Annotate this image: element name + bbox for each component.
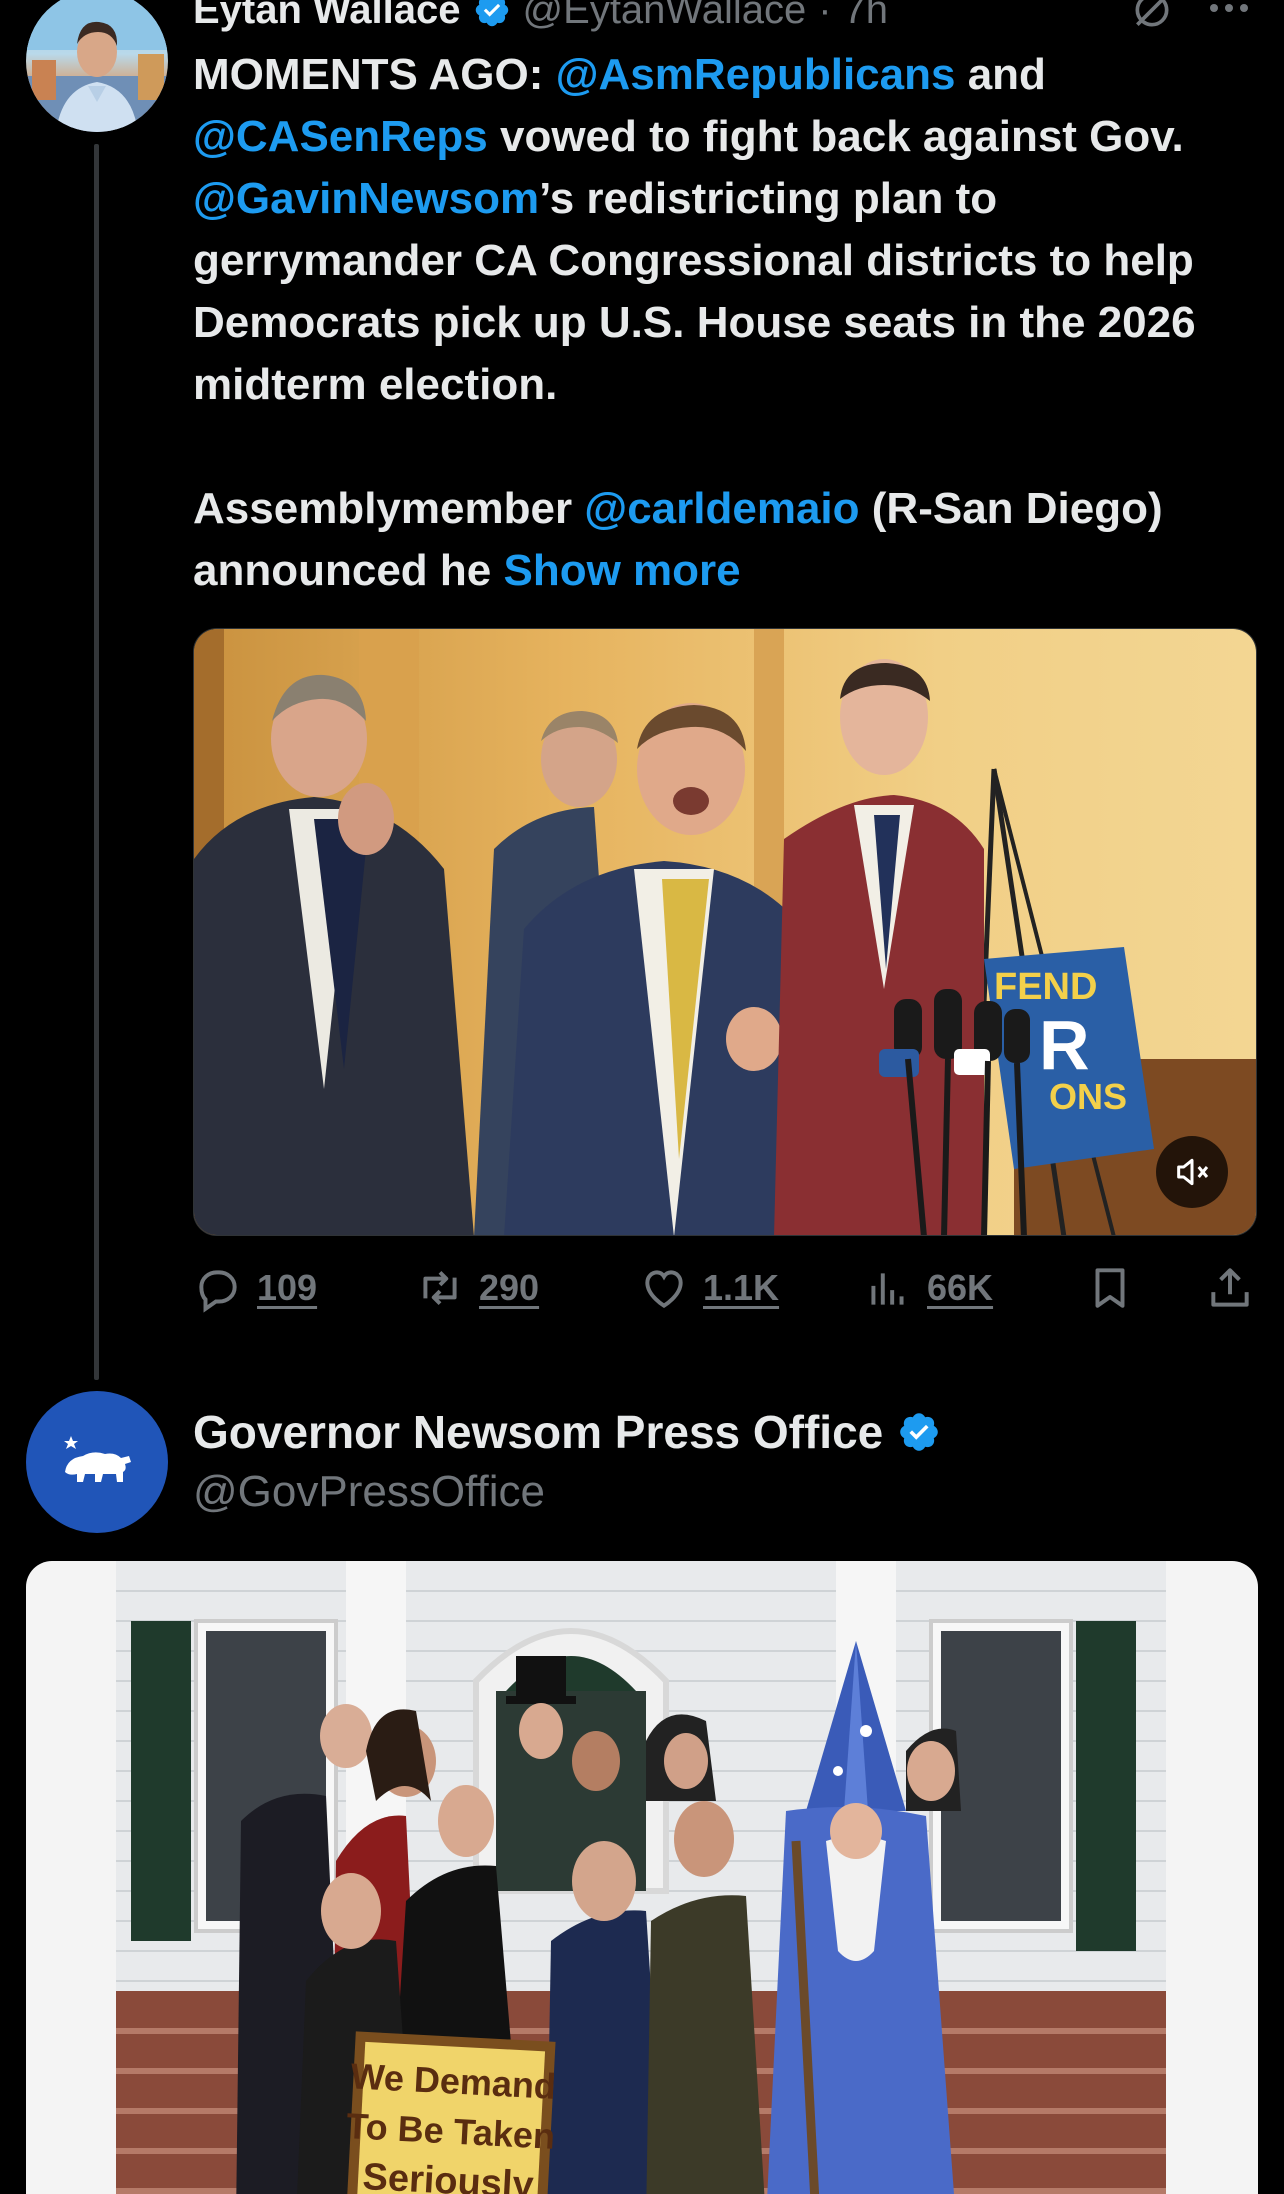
- show-more-link[interactable]: Show more: [503, 546, 740, 595]
- sign-text: R: [1039, 1006, 1090, 1084]
- more-icon[interactable]: [1206, 0, 1252, 22]
- thread-line: [94, 144, 99, 1380]
- like-icon: [645, 1270, 683, 1309]
- text-segment: vowed to fight back against Gov.: [487, 112, 1184, 161]
- mention-link[interactable]: @GavinNewsom: [193, 174, 539, 223]
- text-segment: MOMENTS AGO:: [193, 50, 556, 99]
- tweet-image[interactable]: We Demand To Be Taken Seriously: [26, 1561, 1258, 2194]
- press-office-avatar[interactable]: [26, 1391, 168, 1533]
- text-segment: and: [955, 50, 1046, 99]
- press-office-header: Governor Newsom Press Office: [193, 1404, 941, 1460]
- like-count: 1.1K: [703, 1267, 780, 1308]
- bookmark-button[interactable]: [1085, 1262, 1135, 1314]
- sign-text: ONS: [1049, 1076, 1127, 1117]
- text-segment: Assemblymember: [193, 484, 585, 533]
- tweet-actions: 109 290 1.1K 66K: [193, 1262, 1257, 1314]
- avatar-photo: [26, 0, 168, 132]
- press-office-name[interactable]: Governor Newsom Press Office: [193, 1405, 883, 1459]
- author-handle[interactable]: @EytanWallace: [523, 0, 807, 34]
- tweet-header: Eytan Wallace @EytanWallace · 7h: [193, 0, 888, 34]
- verified-badge-icon: [900, 1413, 939, 1451]
- tweet-paragraph-1: MOMENTS AGO: @AsmRepublicans and @CASenR…: [193, 44, 1253, 416]
- views-icon: [871, 1273, 904, 1305]
- author-name[interactable]: Eytan Wallace: [193, 0, 461, 34]
- views-count: 66K: [927, 1267, 994, 1308]
- reply-icon: [199, 1270, 237, 1313]
- views-button[interactable]: 66K: [863, 1262, 993, 1314]
- video-frame: FEND R ONS: [194, 629, 1256, 1235]
- tweet-text: MOMENTS AGO: @AsmRepublicans and @CASenR…: [193, 44, 1253, 602]
- mention-link[interactable]: @AsmRepublicans: [556, 50, 956, 99]
- image-frame: We Demand To Be Taken Seriously: [116, 1561, 1166, 2194]
- mute-button[interactable]: [1156, 1136, 1228, 1208]
- share-button[interactable]: [1205, 1262, 1255, 1314]
- sign-text: FEND: [994, 966, 1097, 1008]
- california-bear-icon: [64, 1436, 131, 1482]
- grok-icon[interactable]: [1130, 0, 1174, 32]
- tweet-paragraph-2: Assemblymember @carldemaio (R-San Diego)…: [193, 478, 1253, 602]
- repost-icon: [423, 1270, 457, 1306]
- mention-link[interactable]: @carldemaio: [584, 484, 859, 533]
- repost-count: 290: [479, 1267, 540, 1308]
- mute-icon: [1177, 1158, 1209, 1186]
- tweet-time[interactable]: 7h: [844, 0, 889, 34]
- author-avatar[interactable]: [26, 0, 168, 132]
- bookmark-icon: [1095, 1268, 1125, 1308]
- like-button[interactable]: 1.1K: [639, 1262, 779, 1314]
- reply-button[interactable]: 109: [193, 1262, 317, 1314]
- press-office-handle[interactable]: @GovPressOffice: [193, 1464, 545, 1520]
- tweet-video[interactable]: FEND R ONS: [193, 628, 1257, 1236]
- verified-badge-icon: [475, 0, 508, 27]
- share-icon: [1211, 1268, 1249, 1307]
- separator-dot: ·: [818, 0, 832, 32]
- reply-count: 109: [257, 1267, 318, 1308]
- repost-button[interactable]: 290: [415, 1262, 539, 1314]
- mention-link[interactable]: @CASenReps: [193, 112, 488, 161]
